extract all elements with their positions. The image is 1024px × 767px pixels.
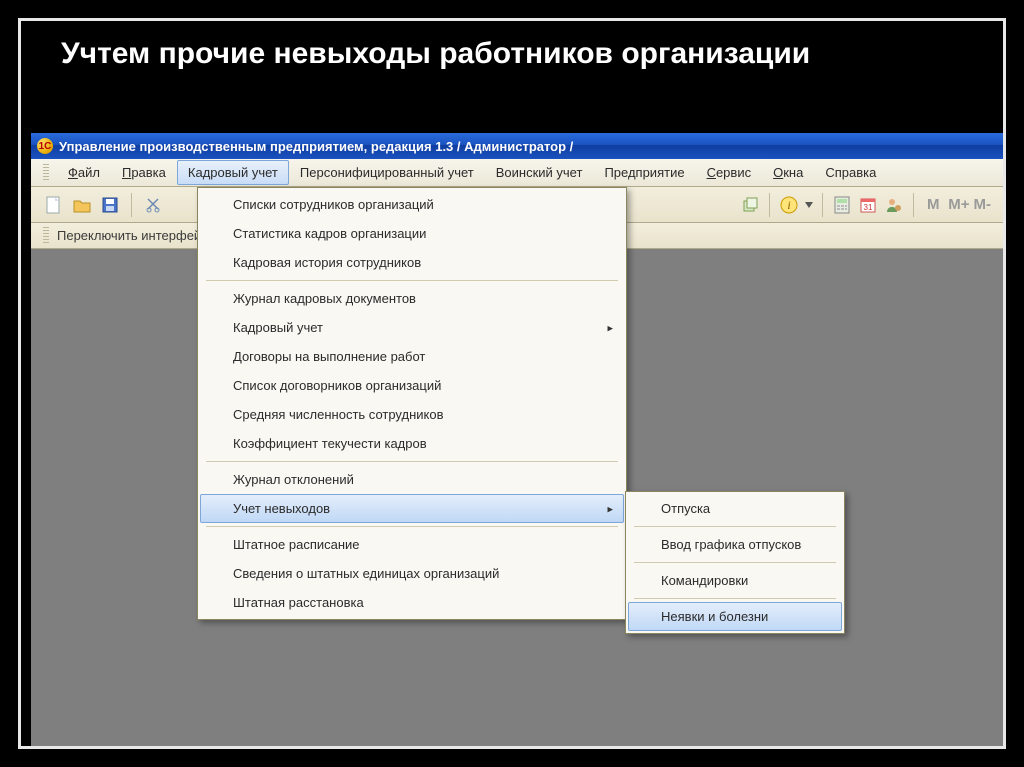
menubar-grip [43, 164, 49, 182]
dropdown-item[interactable]: Статистика кадров организации [200, 219, 624, 248]
calendar-icon[interactable]: 31 [857, 194, 879, 216]
menu-item[interactable]: Воинский учет [485, 160, 594, 185]
info-icon[interactable]: i [778, 194, 800, 216]
app-icon: 1C [37, 138, 53, 154]
dropdown-item[interactable]: Список договорников организаций [200, 371, 624, 400]
dropdown-item[interactable]: Договоры на выполнение работ [200, 342, 624, 371]
user-icon[interactable] [883, 194, 905, 216]
dropdown-arrow-icon[interactable] [804, 194, 814, 216]
dropdown-separator [206, 461, 618, 462]
menu-item[interactable]: Файл [57, 160, 111, 185]
toolbar-separator [913, 193, 914, 217]
menu-item[interactable]: Правка [111, 160, 177, 185]
submenu: Отпуска Ввод графика отпусков Командировки… [625, 491, 845, 634]
dropdown-separator [206, 526, 618, 527]
app-window: 1C Управление производственным предприят… [31, 133, 1003, 746]
dropdown-item[interactable]: Штатное расписание [200, 530, 624, 559]
dropdown-item[interactable]: Кадровый учет [200, 313, 624, 342]
dropdown-separator [206, 280, 618, 281]
titlebar-text: Управление производственным предприятием… [59, 139, 573, 154]
toolbar-grip [43, 227, 49, 245]
dropdown-item[interactable]: Средняя численность сотрудников [200, 400, 624, 429]
menu-item[interactable]: Персонифицированный учет [289, 160, 485, 185]
slide-title: Учтем прочие невыходы работников организ… [21, 21, 1003, 81]
menu-item[interactable]: Предприятие [593, 160, 695, 185]
dropdown-menu: Списки сотрудников организацийСтатистика… [197, 187, 627, 620]
menu-item[interactable]: Справка [814, 160, 887, 185]
dropdown-item[interactable]: Штатная расстановка [200, 588, 624, 617]
toolbar-separator [769, 193, 770, 217]
dropdown-separator [634, 598, 836, 599]
submenu-item[interactable]: Неявки и болезни [628, 602, 842, 631]
save-icon[interactable] [99, 194, 121, 216]
toolbar-separator [822, 193, 823, 217]
dropdown-item[interactable]: Сведения о штатных единицах организаций [200, 559, 624, 588]
copy-stack-icon[interactable] [739, 194, 761, 216]
cut-icon[interactable] [142, 194, 164, 216]
svg-text:i: i [788, 198, 791, 212]
titlebar: 1C Управление производственным предприят… [31, 133, 1003, 159]
new-file-icon[interactable] [43, 194, 65, 216]
dropdown-separator [634, 562, 836, 563]
dropdown-item[interactable]: Учет невыходов [200, 494, 624, 523]
dropdown-item[interactable]: Журнал кадровых документов [200, 284, 624, 313]
slide-frame: Учтем прочие невыходы работников организ… [18, 18, 1006, 749]
svg-text:31: 31 [864, 203, 873, 212]
dropdown-separator [634, 526, 836, 527]
menu-item[interactable]: Кадровый учет [177, 160, 289, 185]
memory-mminus-button[interactable]: M- [974, 194, 992, 216]
menu-item[interactable]: Сервис [696, 160, 763, 185]
toolbar-separator [131, 193, 132, 217]
switch-interface-label[interactable]: Переключить интерфейс [57, 228, 208, 243]
submenu-item[interactable]: Командировки [628, 566, 842, 595]
dropdown-item[interactable]: Кадровая история сотрудников [200, 248, 624, 277]
submenu-item[interactable]: Отпуска [628, 494, 842, 523]
dropdown-item[interactable]: Коэффициент текучести кадров [200, 429, 624, 458]
menubar: ФайлПравкаКадровый учетПерсонифицированн… [31, 159, 1003, 187]
memory-m-button[interactable]: M [922, 194, 944, 216]
submenu-item[interactable]: Ввод графика отпусков [628, 530, 842, 559]
calculator-icon[interactable] [831, 194, 853, 216]
menu-item[interactable]: Окна [762, 160, 814, 185]
memory-mplus-button[interactable]: M+ [948, 194, 969, 216]
dropdown-item[interactable]: Журнал отклонений [200, 465, 624, 494]
dropdown-item[interactable]: Списки сотрудников организаций [200, 190, 624, 219]
open-folder-icon[interactable] [71, 194, 93, 216]
